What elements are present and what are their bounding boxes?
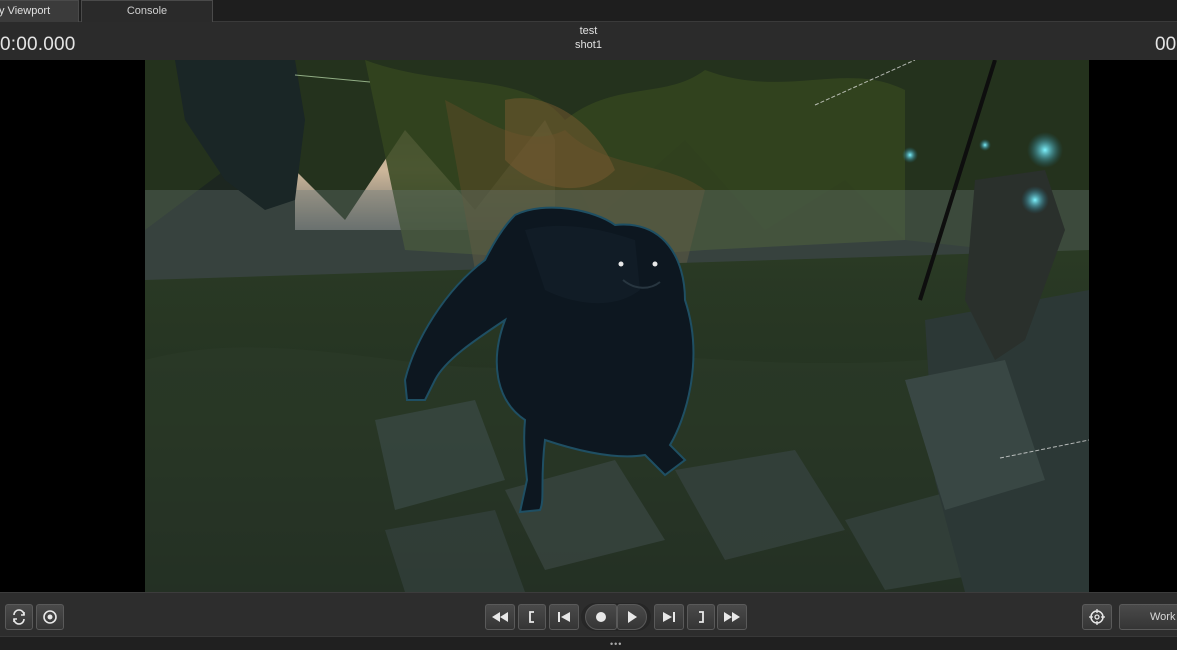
- tab-bar: y Viewport Console: [0, 0, 1177, 22]
- resize-grip[interactable]: •••: [610, 639, 622, 649]
- crosshair-icon: [1089, 609, 1105, 625]
- scene-image: [145, 60, 1089, 592]
- status-bar: •••: [0, 636, 1177, 650]
- skip-end-button[interactable]: [654, 604, 684, 630]
- mark-out-button[interactable]: [687, 604, 715, 630]
- tab-console[interactable]: Console: [81, 0, 213, 22]
- skip-start-icon: [558, 612, 570, 622]
- session-title: test: [579, 25, 598, 37]
- crosshair-button[interactable]: [1082, 604, 1112, 630]
- rewind-button[interactable]: [485, 604, 515, 630]
- end-time: 00: [1155, 34, 1177, 55]
- camera-target-icon: [43, 610, 57, 624]
- skip-start-button[interactable]: [549, 604, 579, 630]
- viewport[interactable]: [0, 60, 1177, 592]
- play-icon: [628, 611, 637, 623]
- fast-forward-button[interactable]: [717, 604, 747, 630]
- shot-name: shot1: [575, 39, 602, 51]
- viewport-header: 0:00.000 test shot1 00: [0, 22, 1177, 60]
- camera-target-button[interactable]: [36, 604, 64, 630]
- tab-viewport[interactable]: y Viewport: [0, 0, 79, 22]
- refresh-icon: [13, 609, 25, 625]
- refresh-button[interactable]: [5, 604, 33, 630]
- work-button[interactable]: Work: [1119, 604, 1177, 630]
- record-icon: [596, 612, 606, 622]
- rewind-icon: [492, 612, 508, 622]
- mark-in-button[interactable]: [518, 604, 546, 630]
- play-button[interactable]: [617, 604, 647, 630]
- mark-in-icon: [529, 611, 534, 623]
- record-button[interactable]: [585, 604, 617, 630]
- shot-titles: test shot1: [0, 24, 1177, 52]
- skip-end-icon: [663, 612, 675, 622]
- fast-forward-icon: [724, 612, 740, 622]
- mark-out-icon: [699, 611, 704, 623]
- scene-render[interactable]: [145, 60, 1089, 592]
- sfm-window: y Viewport Console 0:00.000 test shot1 0…: [0, 0, 1177, 650]
- playback-toolbar: Work: [0, 592, 1177, 636]
